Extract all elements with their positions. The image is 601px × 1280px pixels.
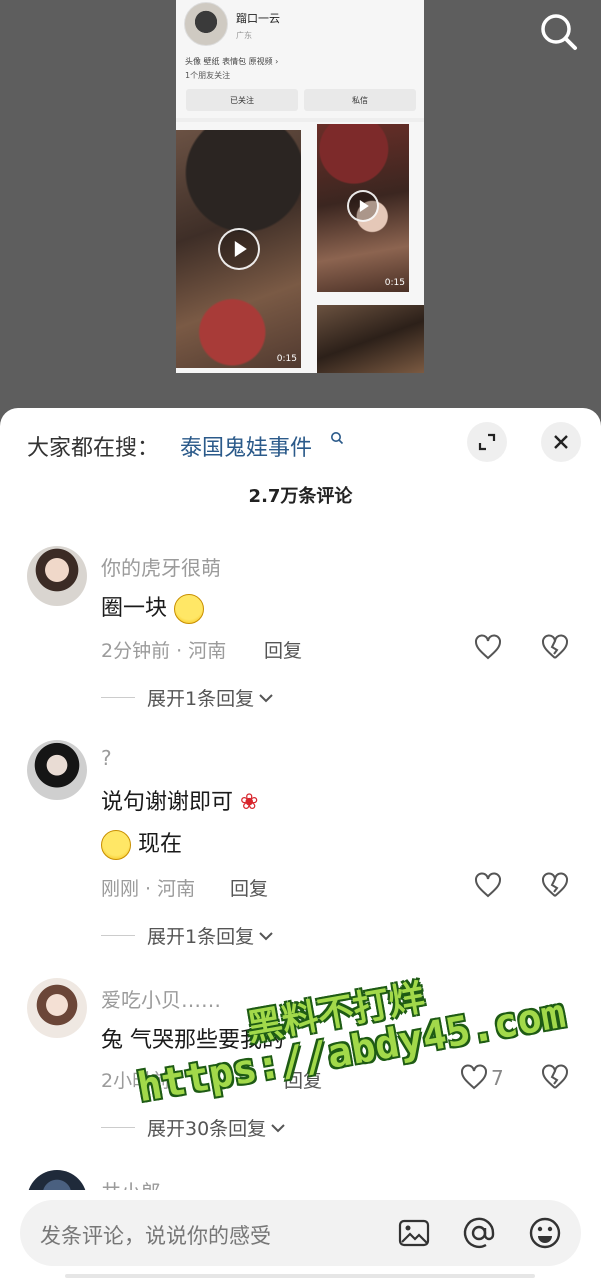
heart-icon[interactable] bbox=[474, 872, 502, 898]
comment-input[interactable]: 发条评论，说说你的感受 bbox=[40, 1220, 271, 1250]
chevron-down-icon bbox=[259, 693, 273, 702]
expand-replies-label: 展开1条回复 bbox=[147, 926, 255, 948]
search-icon bbox=[330, 430, 344, 445]
close-button[interactable] bbox=[541, 422, 581, 462]
broken-heart-icon[interactable] bbox=[541, 1064, 569, 1090]
chevron-down-icon bbox=[259, 931, 273, 940]
comment-meta: 2小时前 bbox=[101, 1070, 171, 1092]
chevron-down-icon bbox=[271, 1123, 285, 1132]
play-icon bbox=[218, 228, 260, 270]
expand-replies[interactable]: 展开1条回复 bbox=[101, 684, 274, 711]
broken-heart-icon[interactable] bbox=[541, 872, 569, 898]
avatar[interactable] bbox=[27, 1170, 87, 1190]
hot-search-term[interactable]: 泰国鬼娃事件 bbox=[180, 430, 312, 462]
heart-icon[interactable] bbox=[474, 634, 502, 660]
comment-text-body: 说句谢谢即可 bbox=[101, 790, 234, 815]
close-icon bbox=[554, 435, 568, 449]
expand-replies[interactable]: 展开1条回复 bbox=[101, 922, 274, 949]
comment-meta: 2分钟前 · 河南 bbox=[101, 640, 227, 662]
reply-button[interactable]: 回复 bbox=[264, 636, 302, 663]
profile-avatar bbox=[184, 2, 228, 46]
comment-username[interactable]: 爱吃小贝…… bbox=[101, 984, 221, 1013]
comment-count: 2.7万条评论 bbox=[248, 486, 353, 507]
video-area[interactable]: 蹓口一云 广东 头像 壁纸 表情包 原视频 › 1个朋友关注 已关注 私信 0:… bbox=[0, 0, 601, 420]
expand-replies-label: 展开1条回复 bbox=[147, 688, 255, 710]
flushed-emoji-icon bbox=[174, 594, 205, 624]
video-thumbnail: 0:15 bbox=[317, 124, 409, 292]
comment-item: 你的虎牙很萌 圈一块 2分钟前 · 河南 回复 展开1条回复 bbox=[0, 546, 601, 726]
hot-search-prefix: 大家都在搜： bbox=[27, 436, 160, 461]
video-duration: 0:15 bbox=[276, 354, 297, 364]
at-icon[interactable] bbox=[462, 1216, 496, 1250]
comment-text-line: 现在 bbox=[101, 826, 182, 860]
video-thumbnail bbox=[317, 305, 424, 373]
expand-button[interactable] bbox=[467, 422, 507, 462]
comment-item: 爱吃小贝…… 兔 气哭那些要我的 2小时前 回复 7 展开30条回复 bbox=[0, 978, 601, 1168]
search-icon[interactable] bbox=[537, 10, 581, 54]
avatar[interactable] bbox=[27, 546, 87, 606]
comment-sheet: 大家都在搜： 泰国鬼娃事件 2.7万条评论 你的虎牙很萌 圈一块 2分钟前 · … bbox=[0, 408, 601, 1280]
profile-name: 蹓口一云 bbox=[236, 12, 280, 25]
video-thumbnail: 0:15 bbox=[176, 130, 301, 368]
expand-icon bbox=[478, 433, 496, 451]
heart-icon[interactable] bbox=[460, 1064, 488, 1090]
reply-button[interactable]: 回复 bbox=[230, 874, 268, 901]
grin-emoji-icon bbox=[101, 830, 131, 860]
expand-replies-label: 展开30条回复 bbox=[147, 1118, 267, 1140]
comment-username[interactable]: 你的虎牙很萌 bbox=[101, 552, 221, 581]
comment-item: 井小郎 bbox=[0, 1170, 601, 1190]
comment-text-body: 圈一块 bbox=[101, 596, 168, 621]
comment-meta: 刚刚 · 河南 bbox=[101, 878, 196, 900]
profile-tags: 头像 壁纸 表情包 原视频 › bbox=[185, 57, 279, 66]
profile-preview: 蹓口一云 广东 头像 壁纸 表情包 原视频 › 1个朋友关注 已关注 私信 0:… bbox=[176, 0, 424, 373]
comment-username[interactable]: ? bbox=[101, 746, 112, 770]
message-button: 私信 bbox=[304, 89, 416, 111]
comment-item: ? 说句谢谢即可 ❀ 现在 刚刚 · 河南 回复 展开1条回复 bbox=[0, 740, 601, 960]
broken-heart-icon[interactable] bbox=[541, 634, 569, 660]
comment-text: 圈一块 bbox=[101, 590, 205, 624]
profile-location: 广东 bbox=[236, 31, 252, 40]
comment-text: 说句谢谢即可 ❀ bbox=[101, 784, 258, 816]
comment-username[interactable]: 井小郎 bbox=[101, 1176, 161, 1190]
emoji-icon[interactable] bbox=[528, 1216, 562, 1250]
avatar[interactable] bbox=[27, 978, 87, 1038]
expand-replies[interactable]: 展开30条回复 bbox=[101, 1114, 286, 1141]
avatar[interactable] bbox=[27, 740, 87, 800]
follow-button: 已关注 bbox=[186, 89, 298, 111]
divider bbox=[101, 697, 135, 698]
divider bbox=[176, 118, 424, 122]
profile-friends: 1个朋友关注 bbox=[185, 71, 231, 80]
comment-text-body: 现在 bbox=[138, 832, 183, 857]
comment-text: 兔 气哭那些要我的 bbox=[101, 1028, 284, 1053]
play-icon bbox=[347, 190, 379, 222]
divider bbox=[101, 1127, 135, 1128]
like-count: 7 bbox=[491, 1066, 504, 1090]
divider bbox=[101, 935, 135, 936]
image-icon[interactable] bbox=[397, 1216, 431, 1250]
comment-input-bar[interactable]: 发条评论，说说你的感受 bbox=[20, 1200, 581, 1266]
home-indicator bbox=[65, 1274, 535, 1278]
reply-button[interactable]: 回复 bbox=[284, 1066, 322, 1093]
rose-icon: ❀ bbox=[240, 790, 259, 815]
video-duration: 0:15 bbox=[384, 278, 405, 288]
